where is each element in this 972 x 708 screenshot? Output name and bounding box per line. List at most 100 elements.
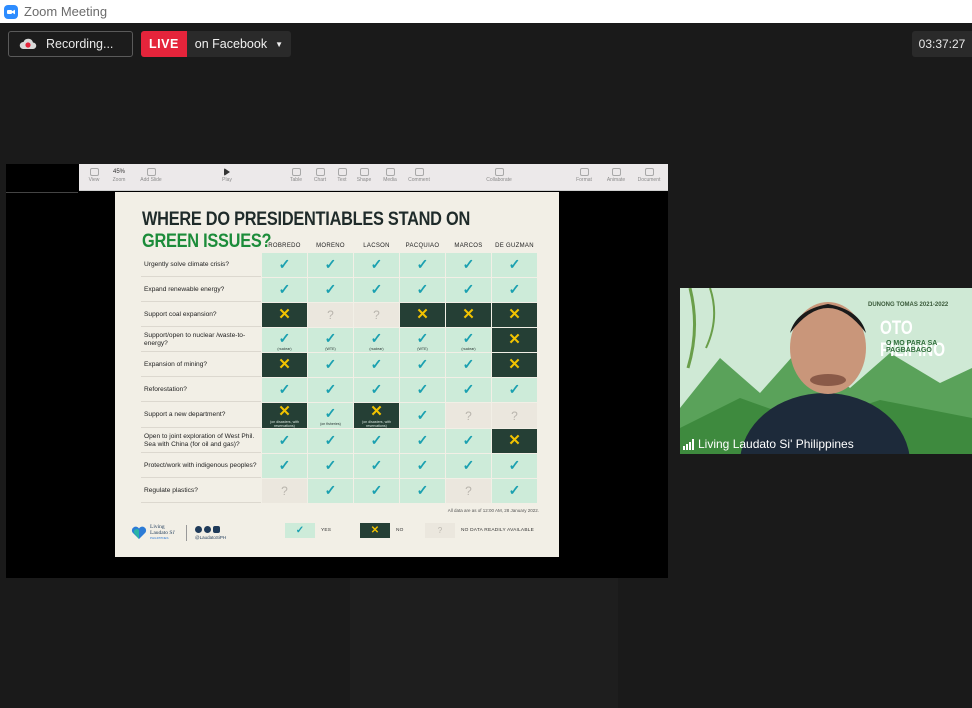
x-icon: ✕ [508,306,521,323]
gallery-tile-empty [350,578,618,708]
toolbar-add-slide[interactable]: Add Slide [136,168,166,183]
stance-cell-yes: ✓ [354,253,399,277]
stance-cell-yes: ✓ [308,253,353,277]
stance-cell-no: ✕ [492,429,537,453]
issue-question: Reforestation? [141,378,261,402]
stance-cell-yes: ✓ [400,429,445,453]
laudato-si-logo-icon [131,526,147,540]
add-slide-icon [146,168,156,176]
keynote-window-corner [6,164,78,193]
stance-note: (on disasters, with reservations) [270,420,299,428]
question-icon: ? [465,484,472,498]
table-row: Expansion of mining? ✕ ✓ ✓ ✓ ✓ ✕ [141,353,537,377]
check-icon: ✓ [462,329,475,346]
stance-cell-no: ✕ [262,353,307,377]
stance-cell-yes: ✓ [400,454,445,478]
document-icon [644,168,654,176]
chart-icon [315,168,325,176]
check-icon: ✓ [508,457,521,473]
check-icon: ✓ [416,406,429,423]
toolbar-label: Zoom [112,177,126,183]
stance-cell-no: ✕ [262,303,307,327]
check-icon: ✓ [370,356,383,372]
meeting-timer: 03:37:27 [912,31,972,57]
toolbar-collaborate[interactable]: Collaborate [484,168,514,183]
stance-cell-yes: ✓ [354,278,399,302]
check-icon: ✓ [462,432,475,448]
stance-cell-yes: ✓ [262,378,307,402]
stance-note: (on disasters, with reservations) [362,420,391,428]
stance-cell-yes: ✓ [446,378,491,402]
check-icon: ✓ [324,432,337,448]
slide-title-main: WHERE DO PRESIDENTIABLES STAND ON [142,209,470,230]
media-icon [385,168,395,176]
cloud-record-icon [19,38,37,49]
social-handle: @LaudatoSiPH [195,535,227,541]
check-icon: ✓ [324,381,337,397]
shape-icon [359,168,369,176]
live-destination-dropdown[interactable]: on Facebook ▼ [186,31,291,57]
check-icon: ✓ [324,457,337,473]
toolbar-label: Chart [313,177,327,183]
check-icon: ✓ [416,381,429,397]
x-icon: ✕ [508,331,521,348]
legend-no: ✕ NO [360,523,404,538]
table-row: Regulate plastics?? ✓ ✓ ✓? ✓ [141,479,537,503]
table-corner [141,239,261,252]
comment-icon [414,168,424,176]
stance-note: (WTE) [325,346,336,351]
toolbar-format[interactable]: Format [569,168,599,183]
toolbar-animate[interactable]: Animate [601,168,631,183]
legend-no-label: NO [396,528,404,533]
brand-name-text: Living Laudato Si' [150,524,175,536]
issue-question: Protect/work with indigenous peoples? [141,454,261,478]
question-icon: ? [465,408,472,423]
participant-video[interactable]: DUNONG TOMAS 2021-2022 OTO PILIPINO O MO… [680,288,972,454]
recording-button[interactable]: Recording... [8,31,133,57]
x-icon: ✕ [508,432,521,449]
toolbar-zoom[interactable]: 45% Zoom [104,168,134,183]
candidate-header: ROBREDO [268,242,301,249]
check-icon: ✓ [278,381,291,397]
live-stream-control[interactable]: LIVE on Facebook ▼ [141,31,291,57]
stance-cell-yes: ✓ [354,353,399,377]
toolbar-media[interactable]: Media [375,168,405,183]
video-frame [680,288,972,454]
table-row: Support coal expansion? ✕?? ✕ ✕ ✕ [141,303,537,327]
zoom-value: 45% [112,169,125,175]
stance-cell-no: ✕ [492,353,537,377]
toolbar-comment[interactable]: Comment [404,168,434,183]
question-icon: ? [373,308,380,322]
check-icon: ✓ [462,281,475,297]
toolbar-document[interactable]: Document [634,168,664,183]
toolbar-label: Media [383,177,397,183]
stance-cell-yes: ✓ [492,378,537,402]
check-icon: ✓ [416,329,429,346]
participant-name: Living Laudato Si' Philippines [698,437,854,451]
question-icon: ? [511,408,518,423]
check-icon: ✓ [370,432,383,448]
stance-cell-yes: ✓ [400,353,445,377]
stance-cell-yes: ✓ (nuclear) [446,328,491,352]
stance-cell-yes: ✓ [308,353,353,377]
toolbar-label: Collaborate [486,177,512,183]
stance-cell-yes: ✓ [354,429,399,453]
check-icon: ✓ [416,482,429,498]
stance-cell-nd: ? [446,403,491,428]
stance-cell-yes: ✓ (nuclear) [262,328,307,352]
text-icon [337,168,347,176]
stance-note: (nuclear) [369,346,384,351]
stance-cell-nd: ? [308,303,353,327]
data-as-of-note: All data are as of 12:00 AM, 28 January … [447,508,539,513]
check-icon: ✓ [324,482,337,498]
toolbar-label: Table [290,177,302,183]
question-icon: ? [327,308,334,322]
stance-cell-yes: ✓ [446,278,491,302]
legend-yes-label: YES [321,528,332,533]
stance-cell-yes: ✓ [354,454,399,478]
stance-note: (nuclear) [461,346,476,351]
issue-question: Support coal expansion? [141,303,261,327]
toolbar-play[interactable]: Play [212,168,242,183]
facebook-icon [195,526,202,534]
check-icon: ✓ [370,482,383,498]
